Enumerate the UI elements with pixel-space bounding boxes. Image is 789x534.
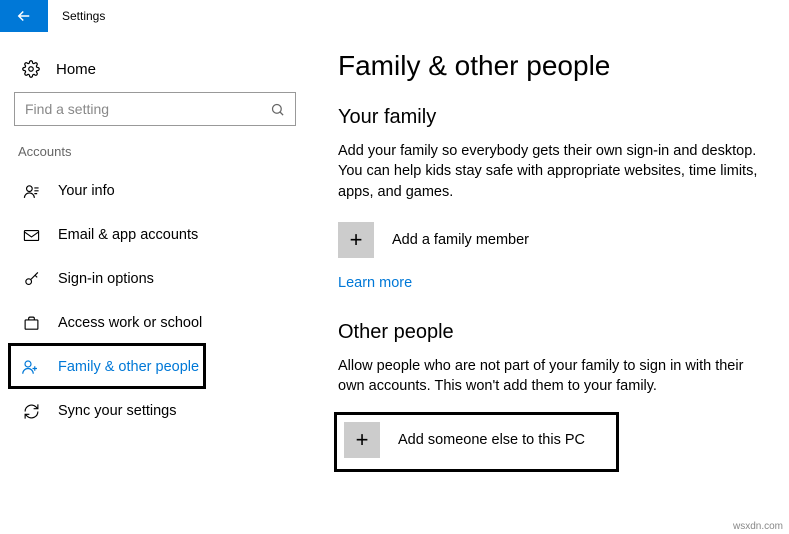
family-heading: Your family [338,106,769,129]
watermark: wsxdn.com [733,521,783,532]
person-icon [20,183,42,200]
key-icon [20,271,42,288]
other-desc: Allow people who are not part of your fa… [338,356,768,397]
plus-icon: + [338,222,374,258]
add-someone-else-button[interactable]: + Add someone else to this PC [338,416,615,464]
mail-icon [20,227,42,244]
people-icon [20,358,42,376]
titlebar-text: Settings [62,9,105,23]
sidebar-item-label: Family & other people [58,359,199,375]
add-family-member-button[interactable]: + Add a family member [338,222,769,258]
titlebar: Settings [0,0,789,32]
sidebar-item-family[interactable]: Family & other people [14,345,296,389]
sidebar-item-work[interactable]: Access work or school [14,301,296,345]
page-title: Family & other people [338,50,769,82]
sidebar-item-label: Access work or school [58,315,202,331]
search-box[interactable] [14,92,296,126]
briefcase-icon [20,315,42,332]
plus-icon: + [344,422,380,458]
sidebar-item-label: Sign-in options [58,271,154,287]
other-heading: Other people [338,321,769,344]
arrow-left-icon [15,7,33,25]
sidebar-item-your-info[interactable]: Your info [14,169,296,213]
add-someone-label: Add someone else to this PC [398,432,585,448]
sidebar-item-sync[interactable]: Sync your settings [14,389,296,433]
search-icon [270,102,285,117]
sidebar-item-email[interactable]: Email & app accounts [14,213,296,257]
sidebar-item-label: Sync your settings [58,403,176,419]
sidebar-item-label: Email & app accounts [58,227,198,243]
sidebar: Home Accounts Your info Email & app acco… [0,32,310,534]
main-content: Family & other people Your family Add yo… [310,32,789,534]
search-input[interactable] [25,101,270,117]
gear-icon [20,60,42,78]
family-desc: Add your family so everybody gets their … [338,141,768,202]
sidebar-group-header: Accounts [18,144,296,159]
sidebar-item-signin[interactable]: Sign-in options [14,257,296,301]
nav-home-label: Home [56,61,96,78]
add-family-label: Add a family member [392,232,529,248]
back-button[interactable] [0,0,48,32]
sidebar-item-label: Your info [58,183,115,199]
learn-more-link[interactable]: Learn more [338,275,412,291]
nav-home[interactable]: Home [14,50,296,88]
sync-icon [20,403,42,420]
